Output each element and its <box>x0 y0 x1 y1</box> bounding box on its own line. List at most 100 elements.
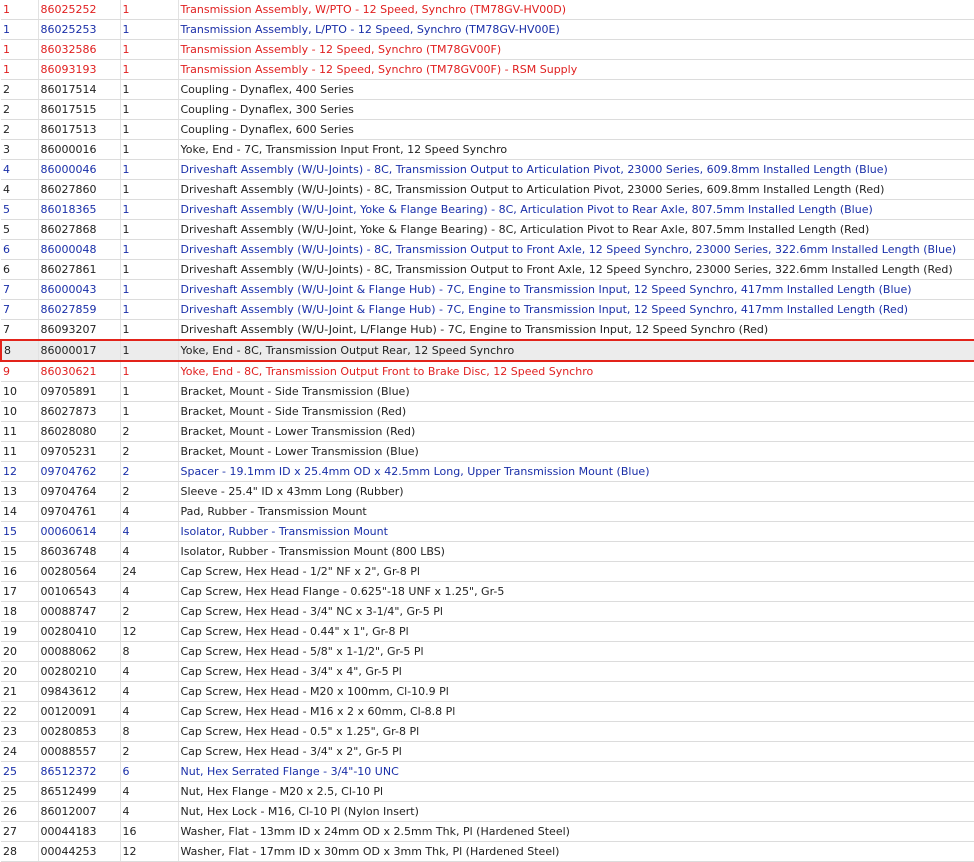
part-number-cell[interactable]: 00280564 <box>38 561 121 582</box>
parts-list-row[interactable]: 28 00044253 12 Washer, Flat - 17mm ID x … <box>1 841 974 862</box>
parts-list-row[interactable]: 2 86017515 1 Coupling - Dynaflex, 300 Se… <box>1 99 974 120</box>
parts-list-row[interactable]: 2 86017513 1 Coupling - Dynaflex, 600 Se… <box>1 119 974 140</box>
parts-list-row[interactable]: 7 86027859 1 Driveshaft Assembly (W/U-Jo… <box>1 299 974 320</box>
quantity-cell: 4 <box>120 521 179 542</box>
part-number-cell[interactable]: 00088062 <box>38 641 121 662</box>
parts-list-row[interactable]: 14 09704761 4 Pad, Rubber - Transmission… <box>1 501 974 522</box>
parts-list-row[interactable]: 5 86027868 1 Driveshaft Assembly (W/U-Jo… <box>1 219 974 240</box>
part-number-cell[interactable]: 86036748 <box>38 541 121 562</box>
part-number-cell[interactable]: 86017515 <box>38 99 121 120</box>
description-cell: Coupling - Dynaflex, 300 Series <box>178 99 974 120</box>
part-number-cell[interactable]: 09704761 <box>38 501 121 522</box>
parts-list-row[interactable]: 20 00088062 8 Cap Screw, Hex Head - 5/8"… <box>1 641 974 662</box>
part-number-cell[interactable]: 09705891 <box>38 381 121 402</box>
parts-list-row[interactable]: 16 00280564 24 Cap Screw, Hex Head - 1/2… <box>1 561 974 582</box>
ref-number-cell: 28 <box>1 841 39 862</box>
part-number-cell[interactable]: 00088557 <box>38 741 121 762</box>
part-number-cell[interactable]: 86027859 <box>38 299 121 320</box>
part-number-cell[interactable]: 86025252 <box>38 0 121 20</box>
parts-list-row[interactable]: 10 86027873 1 Bracket, Mount - Side Tran… <box>1 401 974 422</box>
ref-number-cell: 23 <box>1 721 39 742</box>
part-number-cell[interactable]: 86093193 <box>38 59 121 80</box>
parts-list-row[interactable]: 1 86025252 1 Transmission Assembly, W/PT… <box>1 0 974 20</box>
ref-number-cell: 1 <box>1 19 39 40</box>
part-number-cell[interactable]: 09843612 <box>38 681 121 702</box>
parts-list-row[interactable]: 3 86000016 1 Yoke, End - 7C, Transmissio… <box>1 139 974 160</box>
part-number-cell[interactable]: 00280410 <box>38 621 121 642</box>
parts-list-row[interactable]: 4 86000046 1 Driveshaft Assembly (W/U-Jo… <box>1 159 974 180</box>
part-number-cell[interactable]: 86027861 <box>38 259 121 280</box>
part-number-cell[interactable]: 86030621 <box>38 361 121 382</box>
parts-list-row[interactable]: 9 86030621 1 Yoke, End - 8C, Transmissio… <box>1 361 974 382</box>
quantity-cell: 6 <box>120 761 179 782</box>
ref-number-cell: 11 <box>1 421 39 442</box>
parts-list-row[interactable]: 4 86027860 1 Driveshaft Assembly (W/U-Jo… <box>1 179 974 200</box>
part-number-cell[interactable]: 86017514 <box>38 79 121 100</box>
parts-list-row[interactable]: 25 86512372 6 Nut, Hex Serrated Flange -… <box>1 761 974 782</box>
parts-list-row[interactable]: 22 00120091 4 Cap Screw, Hex Head - M16 … <box>1 701 974 722</box>
part-number-cell[interactable]: 00120091 <box>38 701 121 722</box>
part-number-cell[interactable]: 00060614 <box>38 521 121 542</box>
parts-list-row[interactable]: 23 00280853 8 Cap Screw, Hex Head - 0.5"… <box>1 721 974 742</box>
parts-list-row[interactable]: 27 00044183 16 Washer, Flat - 13mm ID x … <box>1 821 974 842</box>
part-number-cell[interactable]: 86017513 <box>38 119 121 140</box>
part-number-cell[interactable]: 86027873 <box>38 401 121 422</box>
parts-list-row[interactable]: 26 86012007 4 Nut, Hex Lock - M16, Cl-10… <box>1 801 974 822</box>
part-number-cell[interactable]: 00088747 <box>38 601 121 622</box>
ref-number-cell: 22 <box>1 701 39 722</box>
parts-list-row[interactable]: 24 00088557 2 Cap Screw, Hex Head - 3/4"… <box>1 741 974 762</box>
parts-list-row[interactable]: 25 86512499 4 Nut, Hex Flange - M20 x 2.… <box>1 781 974 802</box>
part-number-cell[interactable]: 86027860 <box>38 179 121 200</box>
parts-list-row[interactable]: 18 00088747 2 Cap Screw, Hex Head - 3/4"… <box>1 601 974 622</box>
part-number-cell[interactable]: 86028080 <box>38 421 121 442</box>
description-cell: Pad, Rubber - Transmission Mount <box>178 501 974 522</box>
parts-list-row[interactable]: 11 86028080 2 Bracket, Mount - Lower Tra… <box>1 421 974 442</box>
parts-list-row[interactable]: 2 86017514 1 Coupling - Dynaflex, 400 Se… <box>1 79 974 100</box>
parts-list-row[interactable]: 1 86032586 1 Transmission Assembly - 12 … <box>1 39 974 60</box>
part-number-cell[interactable]: 00280210 <box>38 661 121 682</box>
parts-list-row[interactable]: 1 86025253 1 Transmission Assembly, L/PT… <box>1 19 974 40</box>
part-number-cell[interactable]: 86018365 <box>38 199 121 220</box>
parts-list-row[interactable]: 15 86036748 4 Isolator, Rubber - Transmi… <box>1 541 974 562</box>
parts-list-row[interactable]: 6 86027861 1 Driveshaft Assembly (W/U-Jo… <box>1 259 974 280</box>
part-number-cell[interactable]: 09704762 <box>38 461 121 482</box>
part-number-cell[interactable]: 86512372 <box>38 761 121 782</box>
description-cell: Driveshaft Assembly (W/U-Joints) - 8C, T… <box>178 239 974 260</box>
parts-list-row[interactable]: 6 86000048 1 Driveshaft Assembly (W/U-Jo… <box>1 239 974 260</box>
parts-list-row[interactable]: 7 86093207 1 Driveshaft Assembly (W/U-Jo… <box>1 319 974 341</box>
parts-list-row[interactable]: 21 09843612 4 Cap Screw, Hex Head - M20 … <box>1 681 974 702</box>
part-number-cell[interactable]: 00044253 <box>38 841 121 862</box>
parts-list-row[interactable]: 15 00060614 4 Isolator, Rubber - Transmi… <box>1 521 974 542</box>
part-number-cell[interactable]: 00106543 <box>38 581 121 602</box>
parts-list-row[interactable]: 12 09704762 2 Spacer - 19.1mm ID x 25.4m… <box>1 461 974 482</box>
parts-list-row[interactable]: 11 09705231 2 Bracket, Mount - Lower Tra… <box>1 441 974 462</box>
part-number-cell[interactable]: 09704764 <box>38 481 121 502</box>
part-number-cell[interactable]: 86012007 <box>38 801 121 822</box>
part-number-cell[interactable]: 86000017 <box>38 339 121 362</box>
part-number-cell[interactable]: 86000048 <box>38 239 121 260</box>
description-cell: Driveshaft Assembly (W/U-Joint, Yoke & F… <box>178 199 974 220</box>
parts-list-row[interactable]: 13 09704764 2 Sleeve - 25.4" ID x 43mm L… <box>1 481 974 502</box>
part-number-cell[interactable]: 86000016 <box>38 139 121 160</box>
part-number-cell[interactable]: 86000046 <box>38 159 121 180</box>
parts-list-row[interactable]: 10 09705891 1 Bracket, Mount - Side Tran… <box>1 381 974 402</box>
quantity-cell: 2 <box>120 461 179 482</box>
parts-list-row[interactable]: 5 86018365 1 Driveshaft Assembly (W/U-Jo… <box>1 199 974 220</box>
parts-list-row[interactable]: 1 86093193 1 Transmission Assembly - 12 … <box>1 59 974 80</box>
part-number-cell[interactable]: 86093207 <box>38 319 121 341</box>
parts-list-row-selected[interactable]: 8 86000017 1 Yoke, End - 8C, Transmissio… <box>0 339 974 362</box>
part-number-cell[interactable]: 09705231 <box>38 441 121 462</box>
part-number-cell[interactable]: 86025253 <box>38 19 121 40</box>
part-number-cell[interactable]: 00044183 <box>38 821 121 842</box>
quantity-cell: 1 <box>120 279 179 300</box>
parts-list-row[interactable]: 20 00280210 4 Cap Screw, Hex Head - 3/4"… <box>1 661 974 682</box>
parts-list-row[interactable]: 17 00106543 4 Cap Screw, Hex Head Flange… <box>1 581 974 602</box>
parts-list-row[interactable]: 7 86000043 1 Driveshaft Assembly (W/U-Jo… <box>1 279 974 300</box>
part-number-cell[interactable]: 86512499 <box>38 781 121 802</box>
ref-number-cell: 1 <box>1 39 39 60</box>
part-number-cell[interactable]: 00280853 <box>38 721 121 742</box>
part-number-cell[interactable]: 86032586 <box>38 39 121 60</box>
part-number-cell[interactable]: 86000043 <box>38 279 121 300</box>
part-number-cell[interactable]: 86027868 <box>38 219 121 240</box>
parts-list-row[interactable]: 19 00280410 12 Cap Screw, Hex Head - 0.4… <box>1 621 974 642</box>
